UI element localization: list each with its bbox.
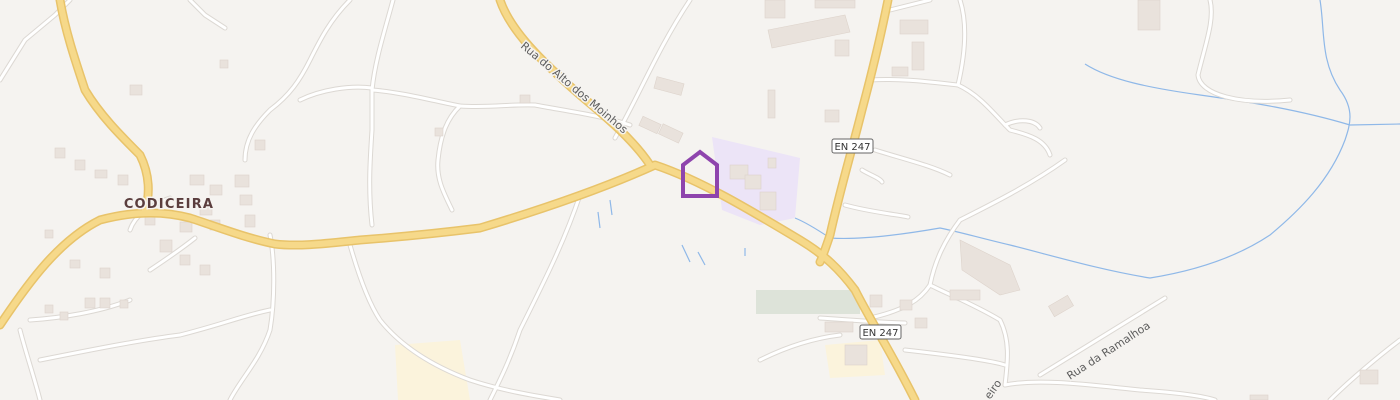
road-shield-text: EN 247 [862, 328, 898, 339]
street-label-partial: eiro [982, 377, 1005, 400]
field-area [756, 290, 860, 314]
place-label: CODICEIRA [124, 197, 214, 212]
road-shield-1: EN 247 [831, 138, 874, 154]
road-shield-text: EN 247 [834, 142, 870, 153]
road-shield-2: EN 247 [859, 324, 902, 340]
map-canvas[interactable]: EN 247 EN 247 Rua do Alto dos Moinhos Ru… [0, 0, 1400, 400]
map-layer: EN 247 EN 247 Rua do Alto dos Moinhos Ru… [0, 0, 1400, 400]
buildings [44, 0, 1379, 400]
street-label-alto-dos-moinhos: Rua do Alto dos Moinhos [518, 39, 630, 136]
sand-area [395, 340, 470, 400]
